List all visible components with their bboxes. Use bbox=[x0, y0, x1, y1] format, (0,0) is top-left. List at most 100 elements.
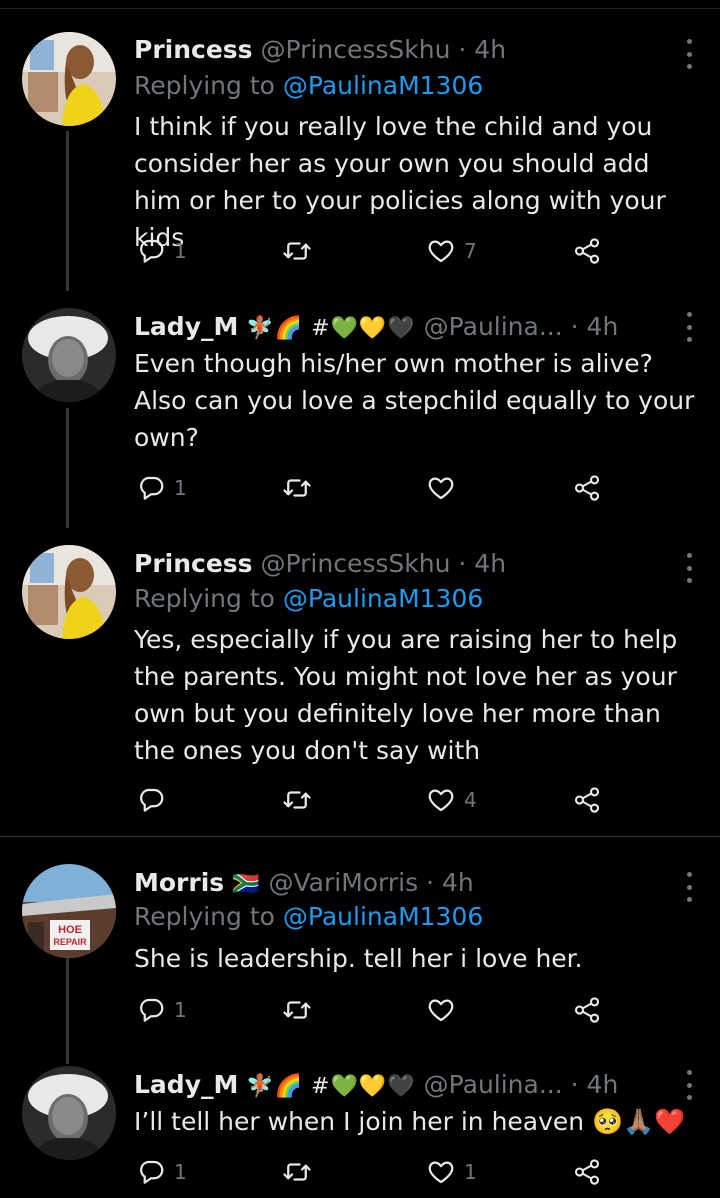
retweet-icon bbox=[282, 236, 312, 266]
avatar[interactable]: HOE REPAIR bbox=[22, 864, 116, 958]
name-emoji: 🧚🏽🌈 #💚💛🖤 bbox=[246, 1074, 416, 1099]
separator-dot: · bbox=[570, 1070, 579, 1099]
reply-button[interactable]: 1 bbox=[136, 992, 187, 1028]
replying-prefix: Replying to bbox=[134, 902, 275, 931]
like-button[interactable]: 1 bbox=[426, 1154, 477, 1190]
reply-count: 1 bbox=[174, 476, 187, 500]
reply-icon bbox=[136, 995, 166, 1025]
retweet-button[interactable] bbox=[282, 1154, 320, 1190]
user-handle[interactable]: @Paulina... bbox=[424, 312, 563, 341]
like-count: 1 bbox=[464, 1160, 477, 1184]
thread-line bbox=[66, 954, 69, 1064]
like-count: 4 bbox=[464, 788, 477, 812]
retweet-icon bbox=[282, 1157, 312, 1187]
separator-dot: · bbox=[426, 868, 435, 897]
retweet-icon bbox=[282, 785, 312, 815]
avatar[interactable] bbox=[22, 308, 116, 402]
tweet-actions: 1 1 bbox=[134, 1154, 614, 1190]
tweet-header: Lady_M 🧚🏽🌈 #💚💛🖤 @Paulina... · 4h bbox=[134, 1066, 672, 1104]
display-name[interactable]: Lady_M bbox=[134, 312, 238, 341]
timestamp[interactable]: 4h bbox=[474, 549, 506, 578]
reply-count: 1 bbox=[174, 998, 187, 1022]
share-icon bbox=[572, 1157, 602, 1187]
replying-to: Replying to @PaulinaM1306 bbox=[134, 898, 483, 936]
tweet[interactable]: Princess @PrincessSkhu · 4h Replying to … bbox=[0, 31, 720, 291]
share-button[interactable] bbox=[572, 233, 602, 269]
like-button[interactable] bbox=[426, 992, 464, 1028]
tweet[interactable]: Princess @PrincessSkhu · 4h Replying to … bbox=[0, 545, 720, 815]
display-name[interactable]: Lady_M bbox=[134, 1070, 238, 1099]
reply-icon bbox=[136, 473, 166, 503]
like-count: 7 bbox=[464, 239, 477, 263]
mention-link[interactable]: @PaulinaM1306 bbox=[283, 902, 483, 931]
retweet-icon bbox=[282, 473, 312, 503]
more-icon[interactable] bbox=[684, 553, 694, 583]
separator-dot: · bbox=[570, 312, 579, 341]
share-button[interactable] bbox=[572, 992, 602, 1028]
retweet-button[interactable] bbox=[282, 470, 320, 506]
avatar-sign-text: HOE bbox=[58, 924, 82, 936]
avatar[interactable] bbox=[22, 32, 116, 126]
user-handle[interactable]: @PrincessSkhu bbox=[261, 35, 451, 64]
display-name[interactable]: Princess bbox=[134, 35, 253, 64]
tweet-header: Princess @PrincessSkhu · 4h bbox=[134, 545, 672, 583]
replying-prefix: Replying to bbox=[134, 584, 275, 613]
top-divider bbox=[0, 8, 720, 9]
flag-emoji: 🇿🇦 bbox=[232, 872, 261, 897]
tweet[interactable]: Lady_M 🧚🏽🌈 #💚💛🖤 @Paulina... · 4h I’ll te… bbox=[0, 1066, 720, 1198]
tweet-text: She is leadership. tell her i love her. bbox=[134, 944, 583, 973]
share-button[interactable] bbox=[572, 1154, 602, 1190]
user-handle[interactable]: @VariMorris bbox=[268, 868, 418, 897]
avatar[interactable] bbox=[22, 545, 116, 639]
share-button[interactable] bbox=[572, 782, 602, 818]
separator-dot: · bbox=[458, 35, 467, 64]
replying-prefix: Replying to bbox=[134, 71, 275, 100]
tweet-text: Yes, especially if you are raising her t… bbox=[134, 625, 678, 765]
more-icon[interactable] bbox=[684, 39, 694, 69]
more-icon[interactable] bbox=[684, 872, 694, 902]
timestamp[interactable]: 4h bbox=[587, 1070, 619, 1099]
reply-button[interactable]: 1 bbox=[136, 233, 187, 269]
share-icon bbox=[572, 995, 602, 1025]
reply-button[interactable]: 1 bbox=[136, 1154, 187, 1190]
tweet[interactable]: Lady_M 🧚🏽🌈 #💚💛🖤 @Paulina... · 4h Even th… bbox=[0, 308, 720, 528]
display-name[interactable]: Princess bbox=[134, 549, 253, 578]
separator-dot: · bbox=[458, 549, 467, 578]
more-icon[interactable] bbox=[684, 312, 694, 342]
more-icon[interactable] bbox=[684, 1070, 694, 1100]
thread-line bbox=[66, 131, 69, 291]
heart-icon bbox=[426, 1157, 456, 1187]
reply-button[interactable] bbox=[136, 782, 174, 818]
tweet[interactable]: HOE REPAIR Morris 🇿🇦 @VariMorris · 4h Re… bbox=[0, 864, 720, 1064]
reply-count: 1 bbox=[174, 1160, 187, 1184]
conversation-divider bbox=[0, 836, 720, 837]
retweet-button[interactable] bbox=[282, 992, 320, 1028]
tweet-actions: 4 bbox=[134, 782, 614, 818]
reply-icon bbox=[136, 236, 166, 266]
timestamp[interactable]: 4h bbox=[442, 868, 474, 897]
share-button[interactable] bbox=[572, 470, 602, 506]
avatar[interactable] bbox=[22, 1066, 116, 1160]
tweet-text: I’ll tell her when I join her in heaven … bbox=[134, 1107, 686, 1136]
thread-line bbox=[66, 408, 69, 528]
user-handle[interactable]: @PrincessSkhu bbox=[261, 549, 451, 578]
name-emoji: 🧚🏽🌈 #💚💛🖤 bbox=[246, 316, 416, 341]
reply-button[interactable]: 1 bbox=[136, 470, 187, 506]
tweet-header: Princess @PrincessSkhu · 4h bbox=[134, 31, 672, 69]
retweet-button[interactable] bbox=[282, 782, 320, 818]
reply-icon bbox=[136, 785, 166, 815]
timestamp[interactable]: 4h bbox=[474, 35, 506, 64]
timestamp[interactable]: 4h bbox=[587, 312, 619, 341]
user-handle[interactable]: @Paulina... bbox=[424, 1070, 563, 1099]
display-name[interactable]: Morris bbox=[134, 868, 224, 897]
like-button[interactable]: 7 bbox=[426, 233, 477, 269]
tweet-header: Lady_M 🧚🏽🌈 #💚💛🖤 @Paulina... · 4h bbox=[134, 308, 672, 346]
like-button[interactable]: 4 bbox=[426, 782, 477, 818]
share-icon bbox=[572, 236, 602, 266]
retweet-button[interactable] bbox=[282, 233, 320, 269]
like-button[interactable] bbox=[426, 470, 464, 506]
heart-icon bbox=[426, 995, 456, 1025]
mention-link[interactable]: @PaulinaM1306 bbox=[283, 584, 483, 613]
mention-link[interactable]: @PaulinaM1306 bbox=[283, 71, 483, 100]
heart-icon bbox=[426, 785, 456, 815]
